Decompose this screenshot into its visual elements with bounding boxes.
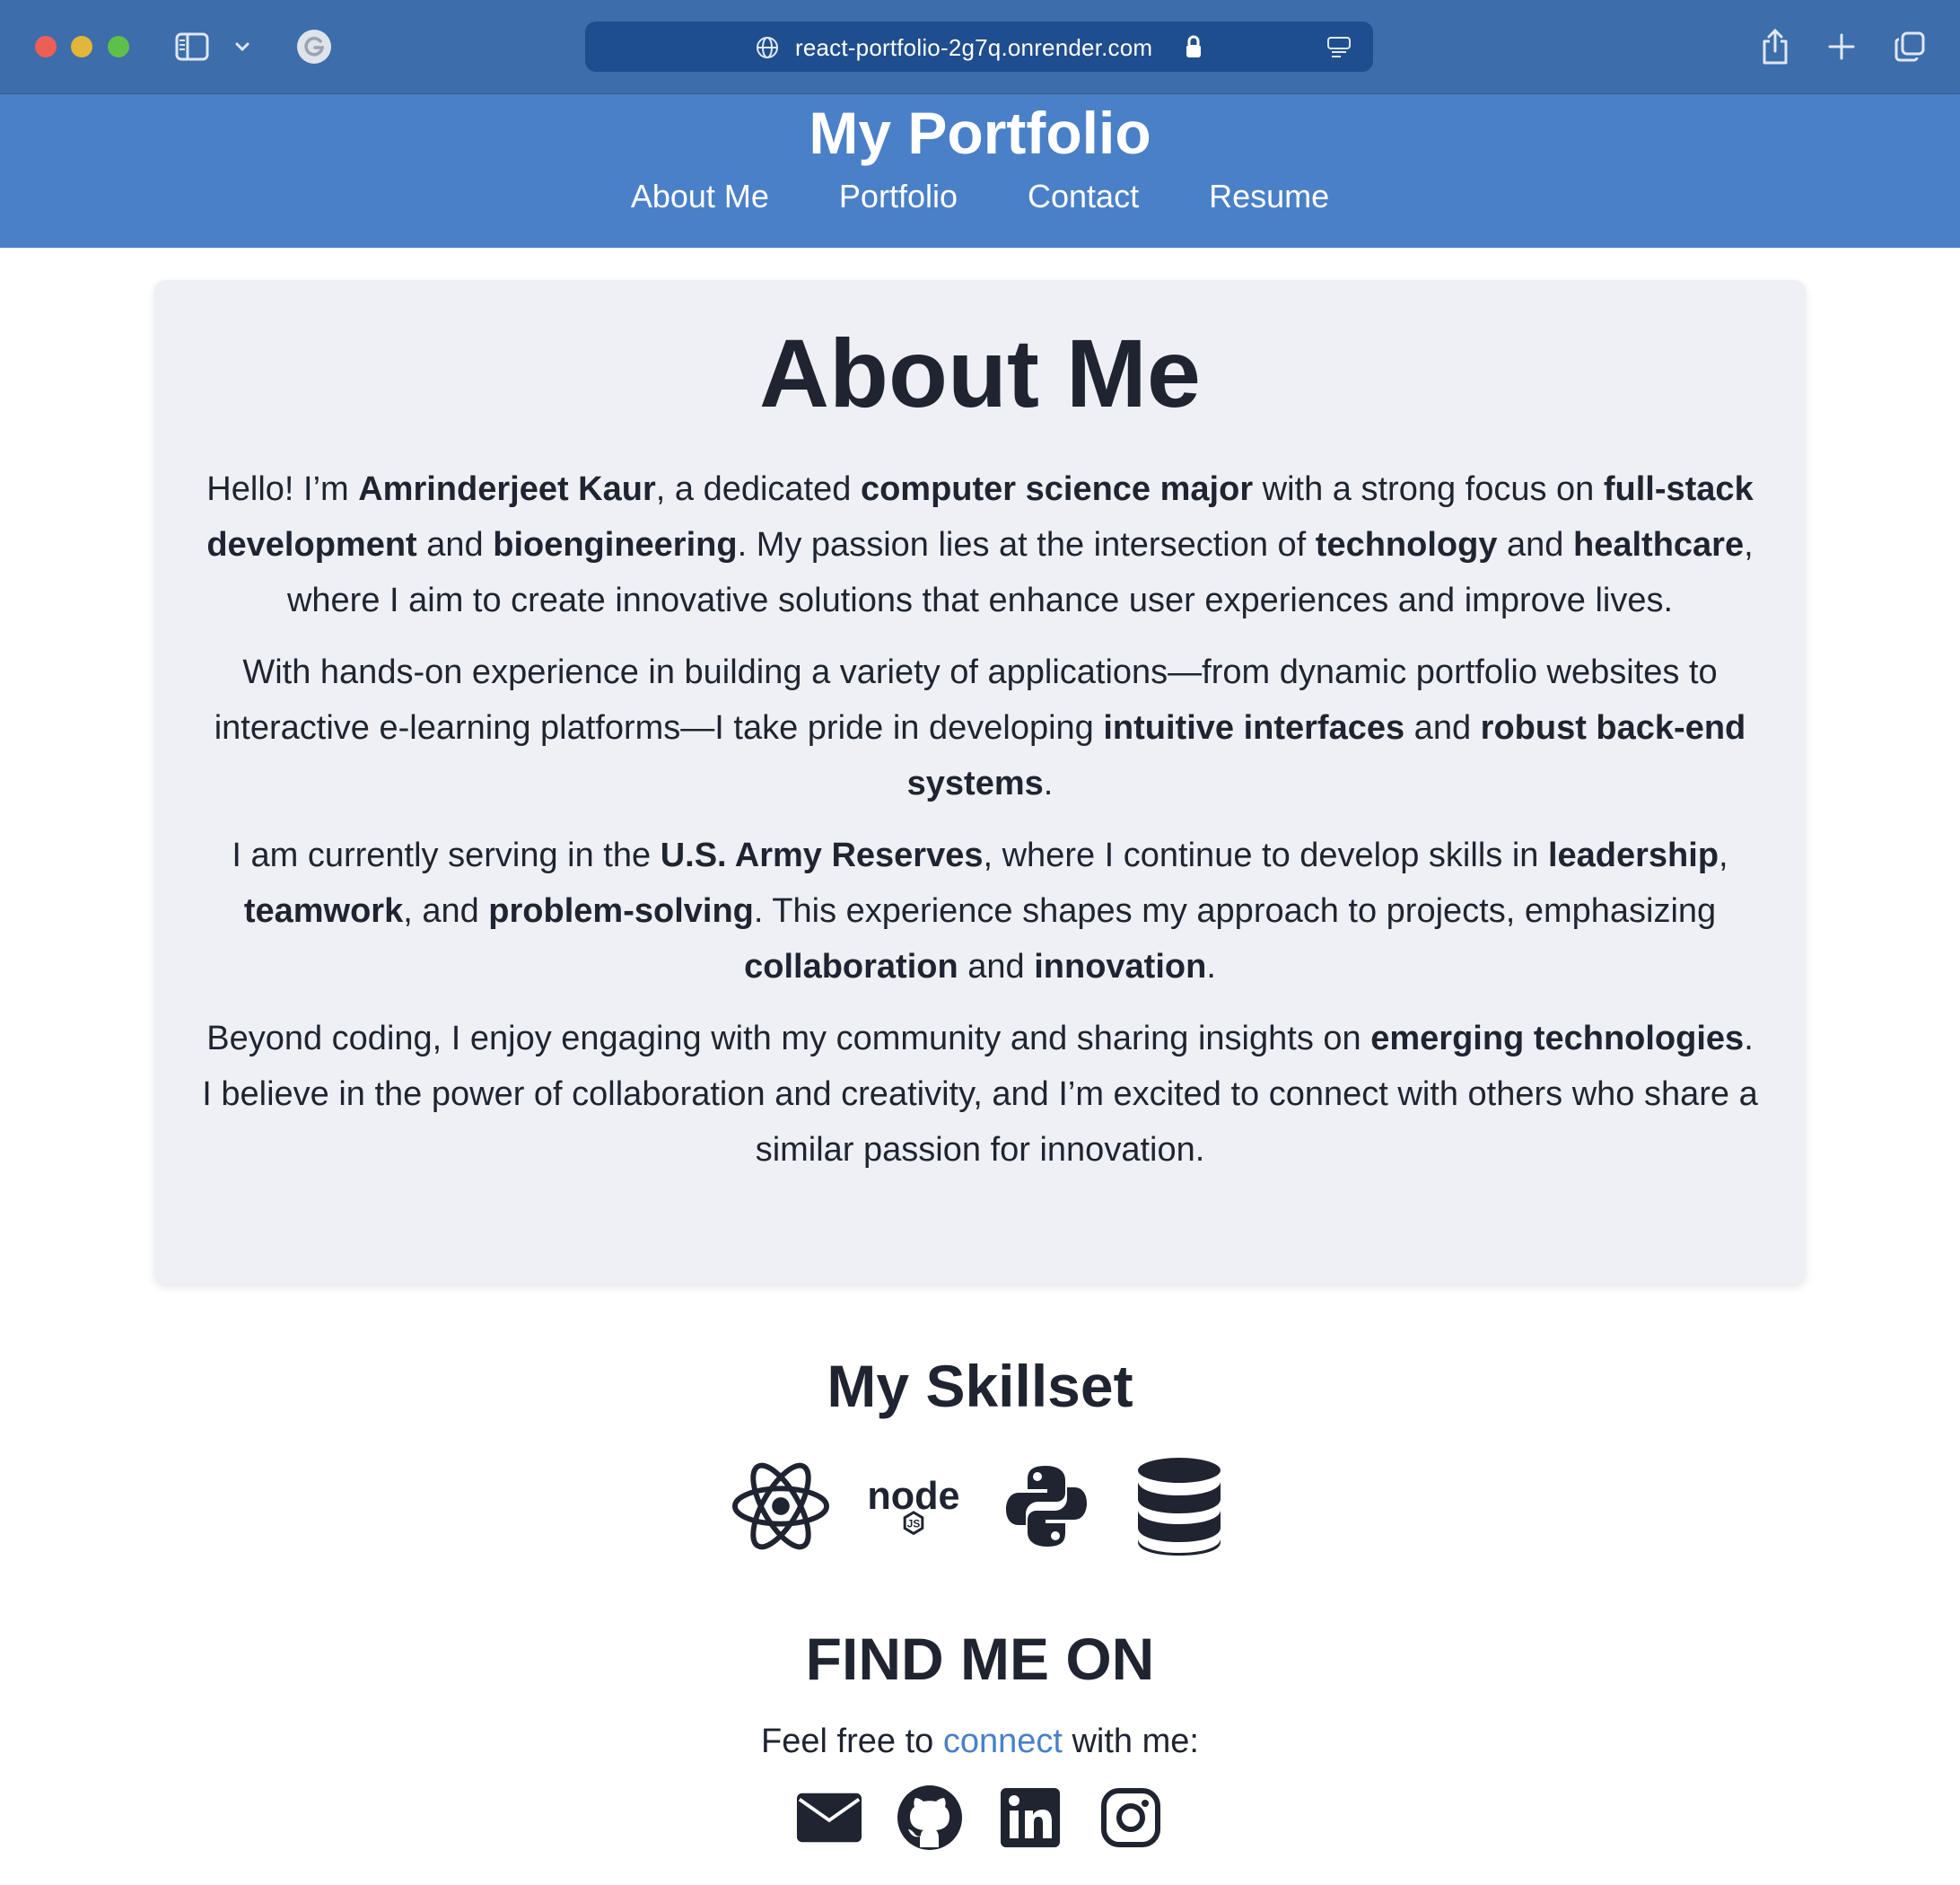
skills-heading: My Skillset	[827, 1353, 1133, 1419]
address-bar[interactable]: react-portfolio-2g7q.onrender.com	[585, 22, 1373, 72]
find-me-heading: FIND ME ON	[805, 1626, 1155, 1692]
lock-icon	[1185, 34, 1203, 64]
sidebar-toggle-icon[interactable]	[174, 31, 210, 63]
tab-overview-icon[interactable]	[1892, 29, 1928, 65]
reader-mode-icon[interactable]	[1326, 36, 1352, 64]
zoom-window-button[interactable]	[108, 36, 129, 57]
github-icon[interactable]	[897, 1784, 963, 1851]
nav-link-about-me[interactable]: About Me	[631, 170, 769, 224]
skills-icon-row: node JS	[0, 1454, 1960, 1562]
nav-link-resume[interactable]: Resume	[1209, 170, 1329, 224]
about-paragraph-2: With hands-on experience in building a v…	[214, 653, 1746, 802]
about-paragraph-4: Beyond coding, I enjoy engaging with my …	[202, 1020, 1758, 1169]
svg-text:JS: JS	[907, 1519, 921, 1530]
instagram-icon[interactable]	[1098, 1784, 1164, 1851]
nav-link-portfolio[interactable]: Portfolio	[839, 170, 958, 224]
browser-toolbar: react-portfolio-2g7q.onrender.com	[0, 0, 1960, 94]
linkedin-icon[interactable]	[997, 1784, 1063, 1851]
about-paragraph-1: Hello! I’m Amrinderjeet Kaur, a dedicate…	[206, 470, 1754, 619]
minimize-window-button[interactable]	[71, 36, 92, 57]
share-icon[interactable]	[1757, 25, 1793, 66]
about-paragraph-3: I am currently serving in the U.S. Army …	[232, 837, 1728, 986]
nodejs-icon: node JS	[864, 1454, 963, 1558]
chevron-down-icon[interactable]	[230, 34, 255, 59]
about-heading: About Me	[759, 319, 1201, 427]
database-icon	[1130, 1454, 1229, 1558]
url-text: react-portfolio-2g7q.onrender.com	[795, 34, 1153, 61]
grammarly-extension-icon[interactable]	[296, 29, 332, 65]
main-nav: About Me Portfolio Contact Resume	[0, 170, 1960, 224]
email-icon[interactable]	[796, 1784, 862, 1851]
site-title: My Portfolio	[809, 100, 1151, 166]
globe-icon	[756, 36, 779, 64]
react-icon	[731, 1454, 830, 1558]
find-me-subtitle: Feel free to connect with me:	[761, 1723, 1199, 1760]
site-header: My Portfolio About Me Portfolio Contact …	[0, 94, 1960, 248]
about-body: Hello! I’m Amrinderjeet Kaur, a dedicate…	[199, 461, 1761, 1194]
new-tab-icon[interactable]	[1824, 29, 1859, 65]
close-window-button[interactable]	[35, 36, 57, 57]
social-icon-row	[0, 1784, 1960, 1851]
nav-link-contact[interactable]: Contact	[1028, 170, 1139, 224]
about-card: About Me Hello! I’m Amrinderjeet Kaur, a…	[154, 280, 1806, 1284]
connect-link[interactable]: connect	[943, 1723, 1063, 1760]
python-icon	[997, 1454, 1096, 1558]
